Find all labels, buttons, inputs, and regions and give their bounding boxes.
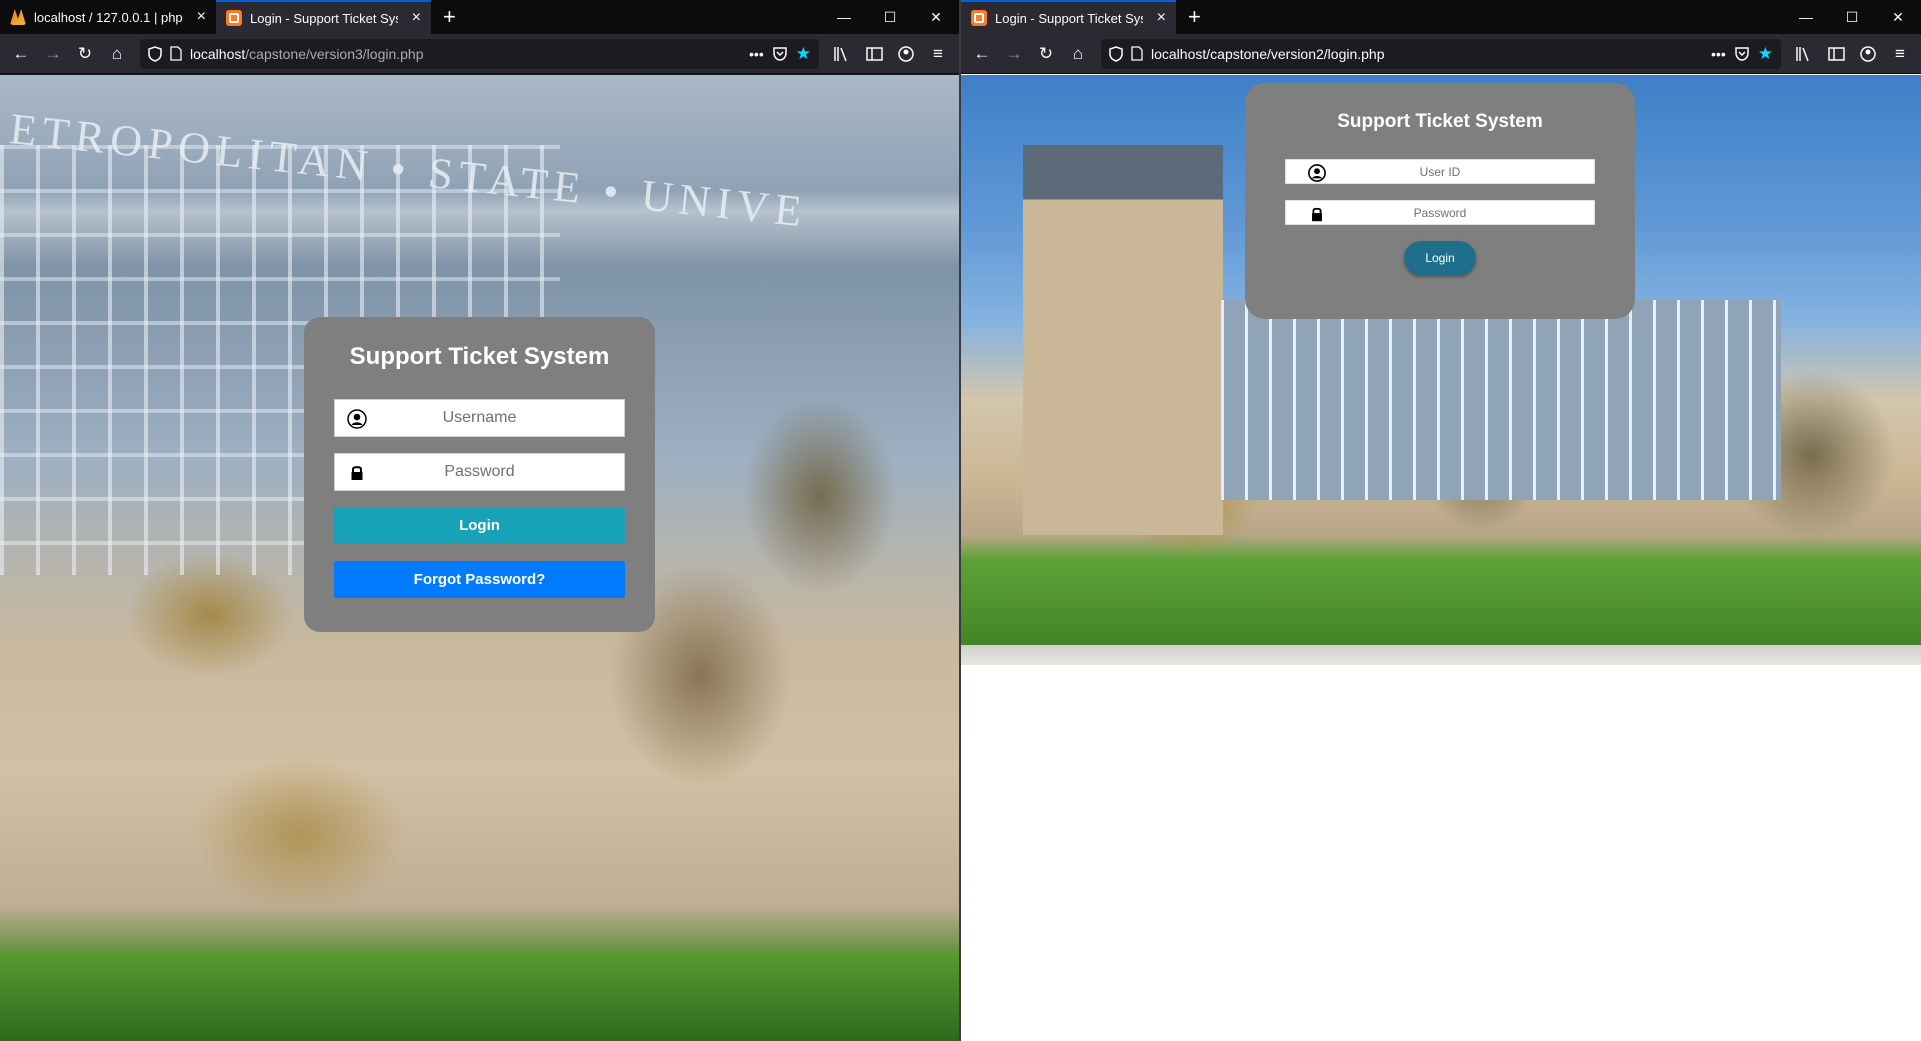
forgot-password-button[interactable]: Forgot Password? [334, 561, 625, 598]
tab-login[interactable]: Login - Support Ticket System × [961, 0, 1176, 34]
close-window-button[interactable]: ✕ [1875, 0, 1921, 34]
page-actions-icon[interactable]: ••• [1711, 46, 1726, 62]
sidewalk [961, 645, 1921, 665]
url-path: /capstone/version2/login.php [1206, 45, 1385, 62]
account-icon[interactable] [1853, 39, 1883, 69]
password-input[interactable] [1286, 201, 1594, 224]
bookmark-star-icon[interactable]: ★ [796, 44, 811, 64]
app-menu-button[interactable]: ≡ [923, 39, 953, 69]
lawn [0, 951, 959, 1041]
sidebar-icon[interactable] [1821, 39, 1851, 69]
library-icon[interactable] [1789, 39, 1819, 69]
xampp-favicon-icon [226, 10, 242, 26]
address-bar[interactable]: localhost/capstone/version3/login.php ••… [140, 38, 819, 69]
url-host: localhost [1151, 45, 1207, 62]
tab-close-icon[interactable]: × [1157, 9, 1166, 27]
password-field[interactable] [1285, 200, 1595, 225]
tab-strip: Login - Support Ticket System × + — ☐ ✕ [961, 0, 1921, 34]
sidebar-icon[interactable] [859, 39, 889, 69]
back-button[interactable]: ← [967, 39, 997, 69]
forward-button[interactable]: → [999, 39, 1029, 69]
app-menu-button[interactable]: ≡ [1885, 39, 1915, 69]
reload-button[interactable]: ↻ [70, 39, 100, 69]
lock-icon [1312, 207, 1322, 222]
password-field[interactable] [334, 453, 625, 491]
tab-title: Login - Support Ticket System [250, 10, 398, 26]
home-button[interactable]: ⌂ [1063, 39, 1093, 69]
phpmyadmin-favicon-icon [10, 9, 26, 25]
reload-button[interactable]: ↻ [1031, 39, 1061, 69]
userid-field[interactable] [1285, 159, 1595, 184]
maximize-button[interactable]: ☐ [867, 0, 913, 34]
pocket-icon[interactable] [1734, 46, 1750, 61]
close-window-button[interactable]: ✕ [913, 0, 959, 34]
username-field[interactable] [334, 399, 625, 437]
forward-button[interactable]: → [38, 39, 68, 69]
tab-close-icon[interactable]: × [197, 8, 206, 26]
bookmark-star-icon[interactable]: ★ [1758, 44, 1773, 64]
url-host: localhost [190, 45, 246, 62]
account-icon[interactable] [891, 39, 921, 69]
tab-phpmyadmin[interactable]: localhost / 127.0.0.1 | phpMyAc × [0, 0, 216, 34]
page-title: Support Ticket System [349, 343, 610, 370]
url-text[interactable]: localhost/capstone/version3/login.php [190, 46, 741, 62]
xampp-favicon-icon [971, 10, 987, 26]
pocket-icon[interactable] [772, 46, 788, 61]
page-actions-icon[interactable]: ••• [749, 46, 764, 62]
library-icon[interactable] [827, 39, 857, 69]
home-button[interactable]: ⌂ [102, 39, 132, 69]
url-path: /capstone/version3/login.php [245, 45, 424, 62]
navigation-toolbar: ← → ↻ ⌂ localhost/capstone/version2/logi… [961, 34, 1921, 74]
tracking-shield-icon[interactable] [1109, 45, 1123, 62]
window-controls: — ☐ ✕ [821, 0, 959, 34]
login-card: Support Ticket System Login Forgot Passw… [304, 317, 655, 632]
window-controls: — ☐ ✕ [1783, 0, 1921, 34]
lock-icon [351, 466, 363, 480]
page-info-icon[interactable] [170, 46, 182, 61]
browser-window-right: Login - Support Ticket System × + — ☐ ✕ … [961, 0, 1921, 1041]
url-text[interactable]: localhost/capstone/version2/login.php [1151, 46, 1703, 62]
minimize-button[interactable]: — [821, 0, 867, 34]
tab-login[interactable]: Login - Support Ticket System × [216, 0, 431, 34]
navigation-toolbar: ← → ↻ ⌂ localhost/capstone/version3/logi… [0, 34, 959, 74]
new-tab-button[interactable]: + [431, 0, 468, 34]
new-tab-button[interactable]: + [1176, 0, 1213, 34]
user-icon [347, 409, 367, 429]
page-viewport: Support Ticket System Login [961, 75, 1921, 1041]
tab-close-icon[interactable]: × [412, 9, 421, 27]
password-input[interactable] [335, 454, 624, 490]
back-button[interactable]: ← [6, 39, 36, 69]
tab-strip: localhost / 127.0.0.1 | phpMyAc × Login … [0, 0, 959, 34]
building-windows [1221, 300, 1781, 500]
username-input[interactable] [335, 400, 624, 436]
maximize-button[interactable]: ☐ [1829, 0, 1875, 34]
page-viewport: ETROPOLITAN • STATE • UNIVE Support Tick… [0, 75, 959, 1041]
userid-input[interactable] [1286, 160, 1594, 183]
page-title: Support Ticket System [1337, 111, 1543, 132]
login-button[interactable]: Login [1404, 241, 1476, 275]
page-info-icon[interactable] [1131, 46, 1143, 61]
tab-title: localhost / 127.0.0.1 | phpMyAc [34, 9, 183, 25]
tab-title: Login - Support Ticket System [995, 10, 1143, 26]
minimize-button[interactable]: — [1783, 0, 1829, 34]
login-button[interactable]: Login [334, 507, 625, 544]
tracking-shield-icon[interactable] [148, 45, 162, 62]
building-tower [1023, 145, 1223, 535]
browser-window-left: localhost / 127.0.0.1 | phpMyAc × Login … [0, 0, 959, 1041]
user-icon [1308, 164, 1326, 182]
login-card: Support Ticket System Login [1245, 83, 1635, 319]
address-bar[interactable]: localhost/capstone/version2/login.php ••… [1101, 38, 1781, 69]
